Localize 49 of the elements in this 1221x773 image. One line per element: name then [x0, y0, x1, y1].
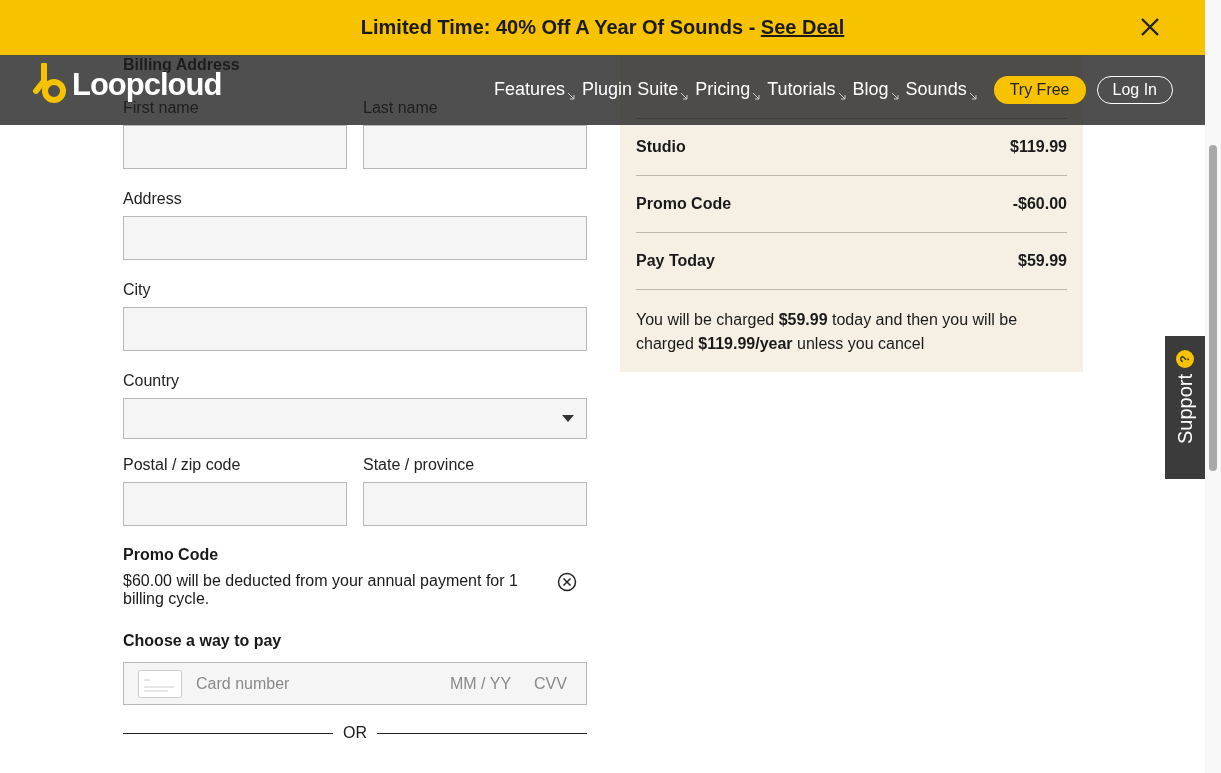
- field-label: State / province: [363, 456, 476, 474]
- nav-link[interactable]: Features: [494, 78, 576, 100]
- caret-icon: [567, 91, 576, 100]
- help-badge: ?: [1176, 350, 1194, 368]
- line-amount: $119.99: [1010, 138, 1067, 156]
- line-label: Pay Today: [636, 252, 715, 270]
- text-input[interactable]: [123, 307, 587, 351]
- expiry-input[interactable]: MM / YY: [448, 673, 520, 694]
- text-input[interactable]: [123, 216, 587, 260]
- country-select[interactable]: [123, 398, 587, 439]
- caret-icon: [968, 91, 977, 100]
- field-label: Postal / zip code: [123, 456, 242, 474]
- support-tab[interactable]: ? Support: [1165, 336, 1205, 479]
- line-label: Studio: [636, 138, 686, 156]
- try-free-button[interactable]: Try Free: [993, 76, 1086, 104]
- card-number-input[interactable]: Card number: [194, 673, 436, 694]
- field-label: City: [123, 281, 152, 299]
- nav-link[interactable]: Sounds: [905, 78, 977, 100]
- promo-message: $60.00 will be deducted from your annual payment for 1 billing cycle.: [123, 572, 519, 608]
- caret-icon: [680, 91, 689, 100]
- text-input[interactable]: [123, 482, 347, 526]
- text-input[interactable]: [363, 482, 587, 526]
- field-label: Country: [123, 372, 181, 390]
- banner-text: Limited Time: 40% Off A Year Of Sounds -: [360, 16, 757, 39]
- line-amount: -$60.00: [1012, 195, 1067, 213]
- line-label: Promo Code: [636, 195, 732, 213]
- cvv-input[interactable]: CVV: [532, 673, 572, 694]
- caret-icon: [837, 91, 846, 100]
- scrollbar[interactable]: [1205, 0, 1221, 773]
- or-divider-text: OR: [343, 724, 367, 742]
- caret-icon: [890, 91, 899, 100]
- remove-icon[interactable]: [557, 572, 577, 592]
- line-amount: $59.99: [1018, 252, 1067, 270]
- text-input[interactable]: [123, 125, 347, 169]
- section-title: Promo Code: [123, 546, 220, 564]
- nav-link[interactable]: Plugin Suite: [582, 78, 689, 100]
- close-icon[interactable]: [1139, 16, 1161, 38]
- caret-icon: [752, 91, 761, 100]
- dropdown-caret-icon: [562, 415, 574, 422]
- field-label: Address: [123, 190, 183, 208]
- nav-link[interactable]: Tutorials: [767, 78, 846, 100]
- card-icon: [138, 669, 182, 698]
- see-deal-link[interactable]: See Deal: [760, 16, 845, 39]
- charge-note: You will be charged $59.99 today and then you will be charged $119.99/year unless you cancel: [636, 289, 1067, 356]
- nav-link[interactable]: Blog: [852, 78, 899, 100]
- text-input[interactable]: [363, 125, 587, 169]
- nav-link[interactable]: Pricing: [695, 78, 761, 100]
- card-field[interactable]: Card number MM / YY CVV: [123, 662, 587, 705]
- section-title: Choose a way to pay: [123, 632, 283, 650]
